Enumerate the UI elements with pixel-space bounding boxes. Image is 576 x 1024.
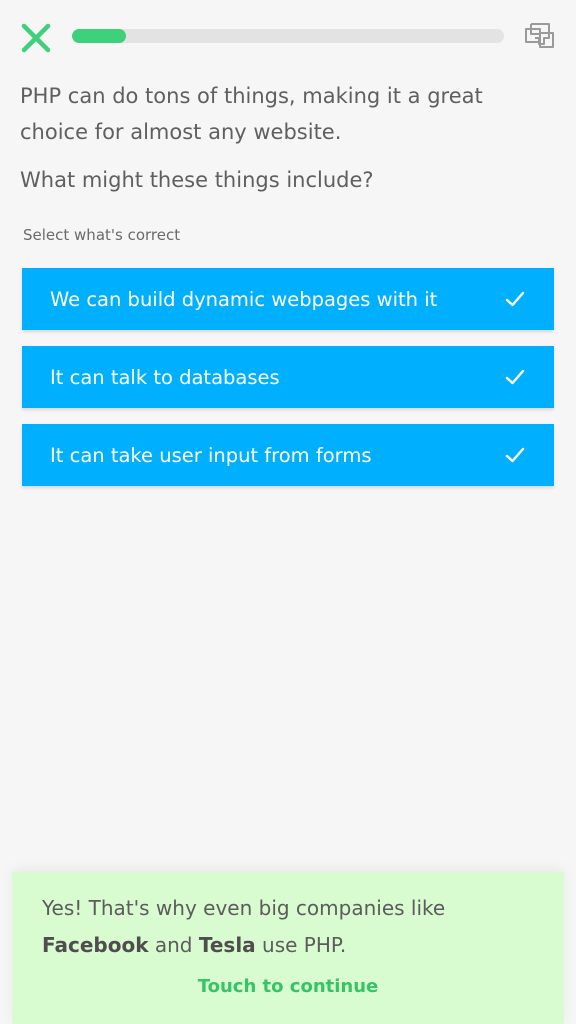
report-button[interactable] (522, 18, 558, 54)
answer-option-label: It can talk to databases (50, 365, 280, 389)
top-bar (0, 0, 576, 72)
feedback-message: Yes! That's why even big companies like … (42, 890, 542, 964)
checkmark-icon (505, 447, 525, 463)
company-facebook: Facebook (42, 933, 149, 957)
instruction-label: Select what's correct (23, 226, 181, 244)
answer-option-label: It can take user input from forms (50, 443, 372, 467)
answer-option-label: We can build dynamic webpages with it (50, 287, 438, 311)
feedback-prefix: Yes! That's why even big companies like (42, 896, 446, 920)
feedback-panel[interactable]: Yes! That's why even big companies like … (12, 872, 564, 1024)
report-flag-icon (525, 23, 554, 48)
feedback-suffix: use PHP. (262, 933, 347, 957)
company-tesla: Tesla (198, 933, 256, 957)
question-prompt: What might these things include? (20, 168, 374, 192)
progress-bar (72, 29, 504, 43)
answer-option-dynamic-webpages[interactable]: We can build dynamic webpages with it (22, 268, 554, 330)
question-text: PHP can do tons of things, making it a g… (20, 84, 483, 144)
answer-option-databases[interactable]: It can talk to databases (22, 346, 554, 408)
checkmark-icon (505, 291, 525, 307)
checkmark-icon (505, 369, 525, 385)
close-x-icon (21, 23, 51, 53)
continue-button[interactable]: Touch to continue (12, 976, 564, 997)
feedback-and: and (154, 933, 193, 957)
answer-option-forms[interactable]: It can take user input from forms (22, 424, 554, 486)
close-button[interactable] (18, 20, 54, 56)
progress-fill (72, 29, 126, 43)
question: PHP can do tons of things, making it a g… (20, 78, 540, 198)
